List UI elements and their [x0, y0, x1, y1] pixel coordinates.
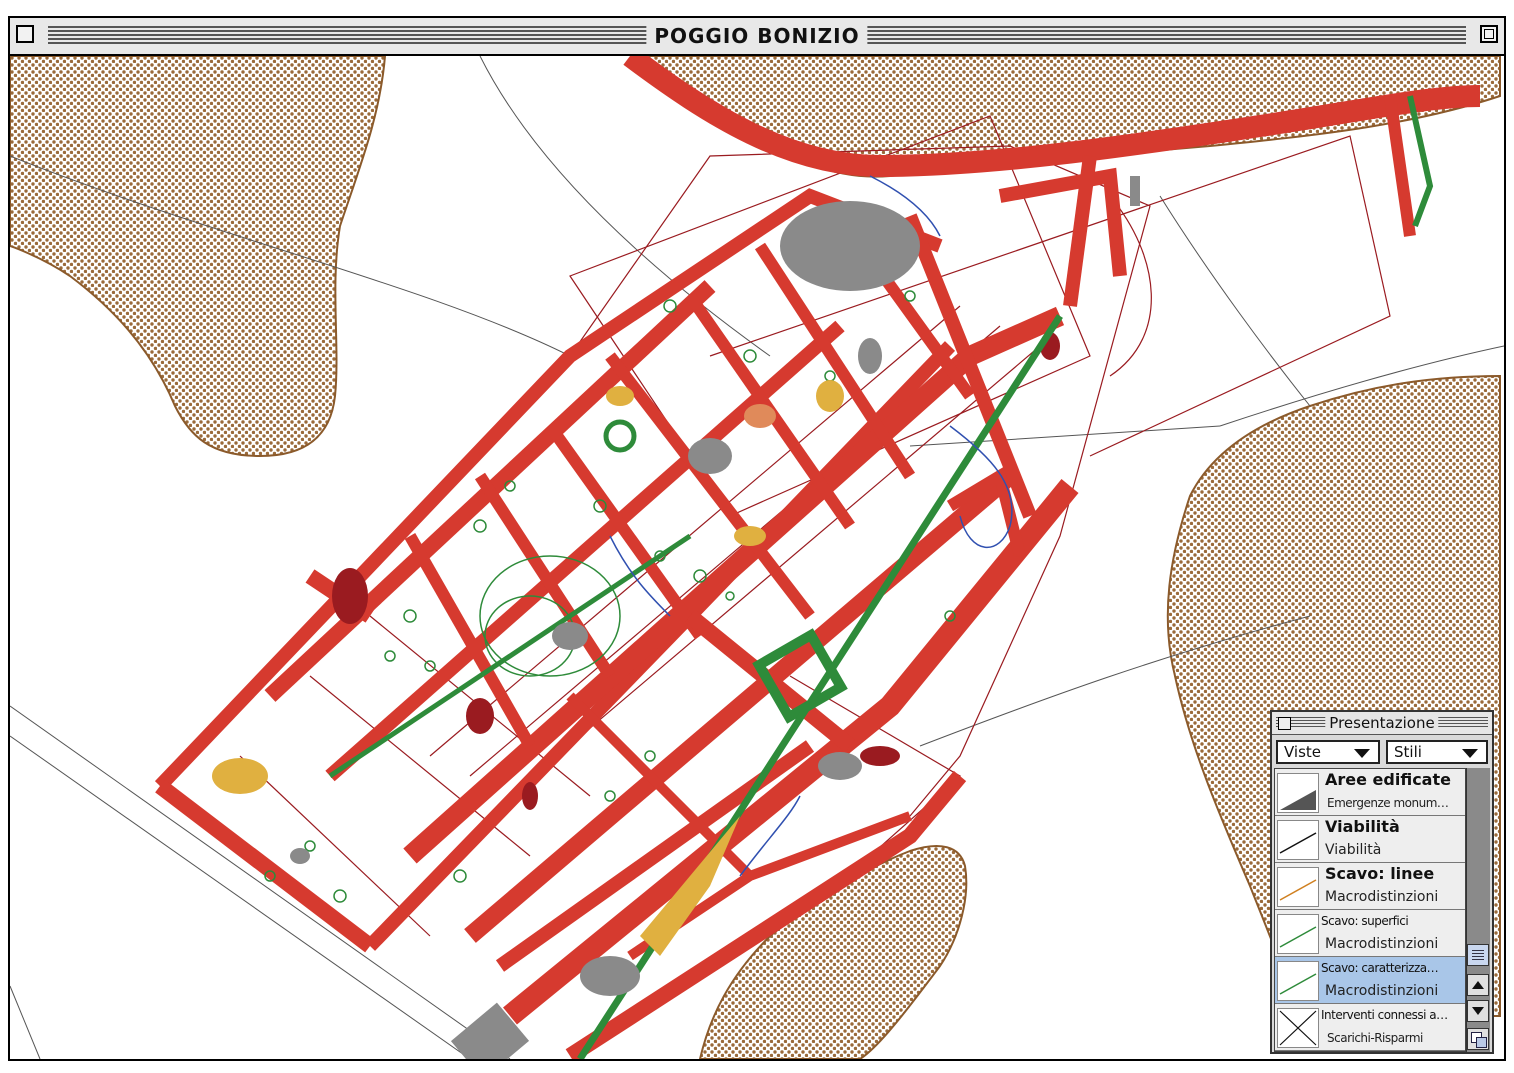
window-title: POGGIO BONIZIO [646, 22, 868, 50]
layer-item-selected[interactable]: Scavo: caratterizza… Macrodistinzioni [1275, 957, 1465, 1004]
title-bar[interactable]: POGGIO BONIZIO [10, 18, 1504, 56]
viste-label: Viste [1284, 743, 1322, 761]
layer-swatch-icon [1277, 820, 1319, 860]
layer-name: Aree edificate [1325, 770, 1451, 789]
orange-features [744, 404, 776, 428]
layer-item[interactable]: Interventi connessi a… Scarichi-Risparmi [1275, 1004, 1465, 1051]
layer-item[interactable]: Scavo: linee Macrodistinzioni [1275, 863, 1465, 910]
layer-name: Viabilità [1325, 817, 1400, 836]
layer-name: Scavo: linee [1325, 864, 1435, 883]
layer-style: Macrodistinzioni [1325, 983, 1439, 999]
layer-list-scrollbar[interactable] [1466, 768, 1490, 1052]
palette-title-bar[interactable]: Presentazione [1272, 712, 1492, 735]
scroll-thumb[interactable] [1467, 944, 1489, 966]
layer-name: Scavo: caratterizza… [1321, 961, 1439, 975]
scroll-up-arrow-icon[interactable] [1467, 974, 1489, 996]
viste-dropdown[interactable]: Viste [1276, 740, 1380, 764]
layer-style: Macrodistinzioni [1325, 889, 1439, 905]
grey-features [290, 176, 1140, 1059]
presentazione-palette[interactable]: Presentazione Viste Stili Aree edificate… [1270, 710, 1494, 1054]
palette-close-box[interactable] [1278, 717, 1291, 730]
layer-item[interactable]: Aree edificate Emergenze monum… [1275, 769, 1465, 816]
layer-item[interactable]: Scavo: superfici Macrodistinzioni [1275, 910, 1465, 957]
stili-label: Stili [1394, 743, 1422, 761]
stili-dropdown[interactable]: Stili [1386, 740, 1488, 764]
zoom-box[interactable] [1480, 25, 1498, 43]
scroll-down-arrow-icon[interactable] [1467, 1000, 1489, 1022]
layer-swatch-icon [1277, 773, 1319, 813]
chevron-down-icon [1462, 749, 1478, 758]
terrain-top-left [10, 56, 387, 458]
layer-swatch-icon [1277, 914, 1319, 954]
layer-swatch-icon [1277, 1008, 1319, 1048]
palette-title: Presentazione [1325, 713, 1439, 733]
layer-swatch-icon [1277, 867, 1319, 907]
chevron-down-icon [1354, 749, 1370, 758]
close-box[interactable] [16, 25, 34, 43]
layer-style: Emergenze monum… [1327, 796, 1449, 810]
layer-name: Interventi connessi a… [1321, 1008, 1448, 1022]
layer-item[interactable]: Viabilità Viabilità [1275, 816, 1465, 863]
layer-style: Macrodistinzioni [1325, 936, 1439, 952]
layer-style: Viabilità [1325, 842, 1382, 858]
layer-style: Scarichi-Risparmi [1327, 1031, 1423, 1045]
resize-icon[interactable] [1467, 1028, 1489, 1050]
layer-list[interactable]: Aree edificate Emergenze monum… Viabilit… [1274, 768, 1466, 1052]
layer-name: Scavo: superfici [1321, 914, 1409, 928]
layer-swatch-icon [1277, 961, 1319, 1001]
